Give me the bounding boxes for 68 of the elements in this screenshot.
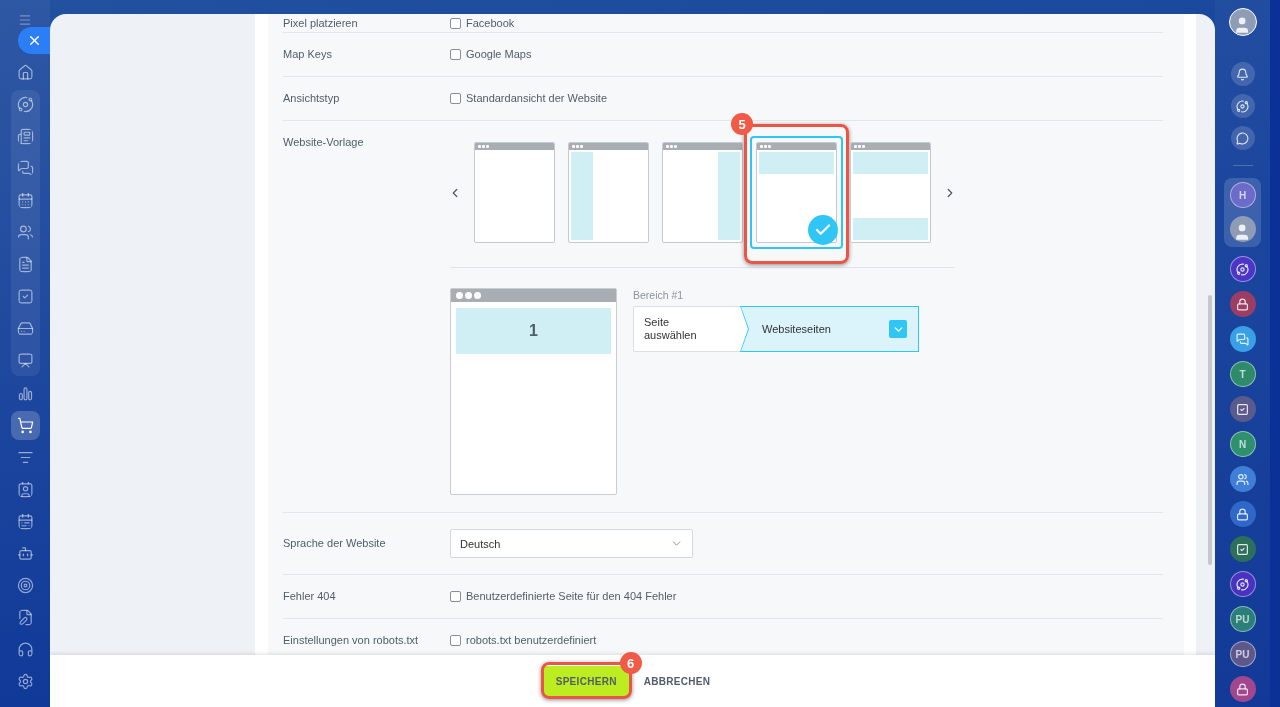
orbit-icon[interactable] bbox=[1229, 256, 1256, 282]
lock-icon[interactable] bbox=[1229, 291, 1256, 317]
checkbox-label[interactable]: Benutzerdefinierte Seite für den 404 Fehler bbox=[466, 590, 677, 603]
checkbox[interactable] bbox=[450, 17, 461, 29]
template-option[interactable] bbox=[850, 142, 931, 243]
chat-bubbles-icon[interactable] bbox=[1229, 326, 1256, 352]
chat-bubbles-icon[interactable] bbox=[16, 159, 34, 177]
language-select[interactable]: Deutsch bbox=[450, 529, 693, 558]
area-title: Bereich #1 bbox=[633, 289, 684, 301]
drive-icon[interactable] bbox=[16, 319, 34, 337]
field-label: Sprache der Website bbox=[283, 537, 386, 550]
checkbox[interactable] bbox=[450, 93, 461, 104]
task-check-icon[interactable] bbox=[1229, 536, 1256, 562]
settings-icon[interactable] bbox=[16, 672, 34, 690]
user-avatar-icon[interactable] bbox=[1228, 8, 1257, 36]
field-label: Website-Vorlage bbox=[283, 136, 364, 149]
people-icon[interactable] bbox=[1229, 466, 1256, 492]
checkbox-label[interactable]: Standardansicht der Website bbox=[466, 92, 608, 105]
orbit-icon[interactable] bbox=[1229, 571, 1256, 597]
lock-icon[interactable] bbox=[1229, 676, 1256, 702]
field-label: Einstellungen von robots.txt bbox=[283, 634, 419, 647]
checkbox[interactable] bbox=[450, 591, 461, 602]
field-label: Map Keys bbox=[283, 48, 332, 61]
template-option[interactable] bbox=[474, 142, 555, 243]
user-avatar-icon[interactable] bbox=[1229, 216, 1256, 242]
checkbox[interactable] bbox=[450, 49, 461, 60]
page-type-dropdown[interactable]: Websiteseiten bbox=[740, 306, 919, 352]
cart-icon[interactable] bbox=[10, 410, 40, 440]
cancel-button[interactable]: ABBRECHEN bbox=[643, 675, 711, 687]
task-check-icon[interactable] bbox=[1229, 396, 1256, 422]
template-option[interactable] bbox=[662, 142, 743, 243]
orbit-icon[interactable] bbox=[1230, 94, 1255, 118]
robot-icon[interactable] bbox=[16, 544, 34, 562]
contact-initials[interactable]: PU bbox=[1229, 641, 1256, 667]
checkbox-label[interactable]: Facebook bbox=[466, 16, 515, 30]
headset-icon[interactable] bbox=[16, 640, 34, 658]
field-label: Ansichtstyp bbox=[283, 92, 340, 105]
chat-bubble-icon[interactable] bbox=[1230, 126, 1255, 150]
newspaper-icon[interactable] bbox=[16, 127, 34, 145]
bell-icon[interactable] bbox=[1230, 62, 1255, 86]
people-icon[interactable] bbox=[16, 223, 34, 241]
task-check-icon[interactable] bbox=[16, 287, 34, 305]
window-dots-icon bbox=[456, 292, 481, 299]
calendar-list-icon[interactable] bbox=[16, 512, 34, 530]
layout-area: 1 bbox=[456, 308, 611, 354]
checkbox-label[interactable]: Google Maps bbox=[466, 48, 532, 61]
checkbox[interactable] bbox=[450, 635, 461, 646]
document-edit-icon[interactable] bbox=[16, 608, 34, 626]
scrollbar-thumb[interactable] bbox=[1208, 295, 1212, 565]
step-label: Seite auswählen bbox=[633, 306, 748, 352]
field-label: Fehler 404 bbox=[283, 590, 336, 603]
calendar-icon[interactable] bbox=[16, 191, 34, 209]
orbit-icon[interactable] bbox=[16, 95, 34, 113]
target-icon[interactable] bbox=[16, 576, 34, 594]
contact-card-icon[interactable] bbox=[16, 480, 34, 498]
template-option[interactable] bbox=[750, 136, 843, 249]
home-icon[interactable] bbox=[16, 63, 34, 81]
lock-icon[interactable] bbox=[1229, 501, 1256, 527]
step-badge: 5 bbox=[731, 113, 753, 135]
template-option[interactable] bbox=[568, 142, 649, 243]
save-button[interactable]: SPEICHERN bbox=[543, 666, 629, 696]
bar-chart-icon[interactable] bbox=[16, 384, 34, 402]
presentation-board-icon[interactable] bbox=[16, 351, 34, 369]
checkbox-label[interactable]: robots.txt benutzerdefiniert bbox=[466, 634, 597, 647]
document-icon[interactable] bbox=[16, 255, 34, 273]
field-label: Pixel platzieren bbox=[283, 16, 358, 30]
close-button[interactable] bbox=[18, 27, 50, 54]
chevron-down-icon bbox=[889, 320, 907, 338]
